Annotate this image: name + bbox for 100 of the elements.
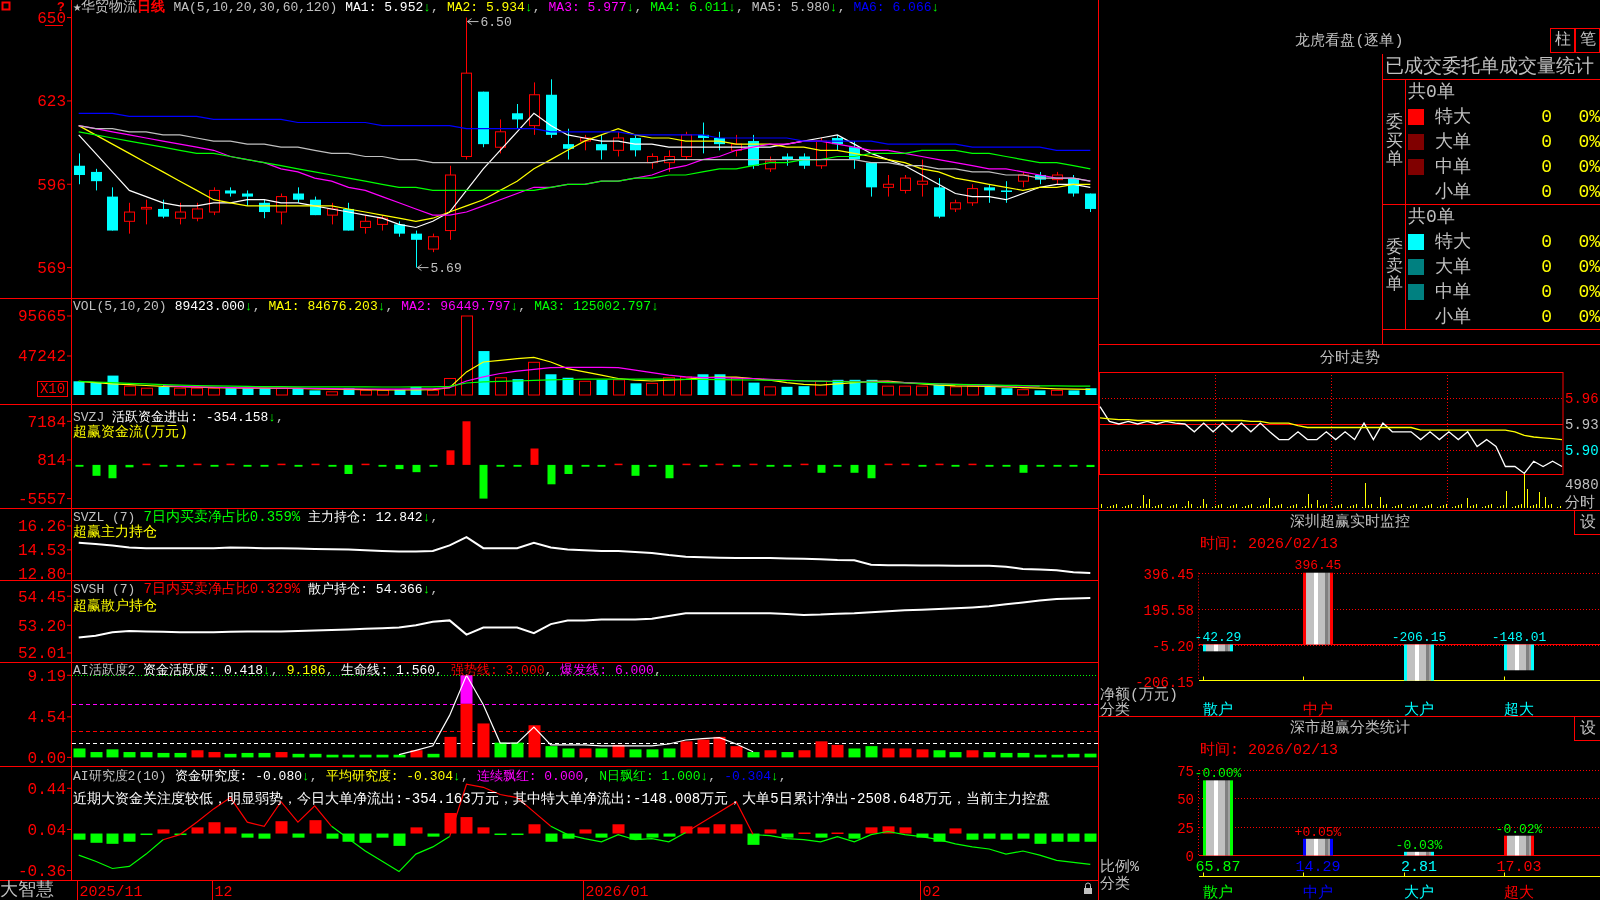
- fund-flow-bar: [260, 464, 269, 467]
- research-bar: [646, 833, 659, 838]
- category-label: 大户: [1404, 885, 1434, 900]
- fund-flow-bar: [715, 463, 724, 466]
- candlestick: [613, 131, 624, 157]
- activity-bar: [595, 748, 608, 758]
- research-bar: [477, 827, 490, 834]
- fund-flow-bar: [176, 464, 185, 467]
- indicator-value: MA6: 6.066↓: [853, 0, 940, 15]
- timestamp-label: 时间: 2026/02/13: [1200, 536, 1339, 554]
- candlestick: [327, 202, 338, 225]
- activity-bar: [966, 750, 979, 758]
- fund-flow-bar: [479, 464, 488, 499]
- activity-bar: [629, 749, 642, 758]
- research-bar: [1084, 833, 1097, 842]
- candlestick: [141, 199, 152, 225]
- fund-flow-bar: [1036, 464, 1045, 467]
- activity-bar: [1051, 754, 1064, 758]
- order-type-label: 中单: [1435, 281, 1471, 302]
- axis-label: 16.26: [18, 518, 66, 537]
- axis-label: 52.01: [18, 645, 66, 662]
- activity-bar: [747, 752, 760, 758]
- date-label: 2025/11: [79, 884, 143, 900]
- research-bar: [1051, 833, 1064, 842]
- view-toggle-button[interactable]: 笔: [1575, 28, 1600, 53]
- order-percent: 0%: [1578, 156, 1600, 177]
- indicator-note: 超赢主力持仓: [73, 525, 157, 540]
- candlestick: [1068, 174, 1079, 198]
- research-bar: [393, 833, 406, 846]
- bar-value-label: -206.15: [1391, 629, 1447, 645]
- indicator-value: -0.304↓,: [724, 769, 787, 784]
- indicator-value: MA4: 6.011↓,: [650, 0, 744, 15]
- volume-bar: [1068, 390, 1080, 395]
- indicator-name: SVZL (7): [73, 510, 136, 525]
- fund-flow-bar: [732, 464, 741, 467]
- volume-bar: [731, 377, 743, 396]
- fund-flow-bar: [901, 463, 910, 466]
- indicator-value: 散户持仓: 54.366↓,: [308, 582, 439, 597]
- chart-bar: [1504, 644, 1534, 671]
- order-type-label: 大单: [1435, 132, 1471, 152]
- research-bar: [275, 821, 288, 834]
- volume-bar: [545, 374, 557, 395]
- bar-value-label: -148.01: [1491, 629, 1547, 645]
- volume-bar: [849, 379, 861, 395]
- candlestick: [967, 183, 978, 207]
- view-toggle-button[interactable]: 柱: [1550, 28, 1575, 53]
- volume-bar: [866, 379, 878, 395]
- indicator-value: 9.186,: [286, 663, 334, 678]
- activity-bar: [1034, 754, 1047, 758]
- volume-bar: [158, 386, 170, 395]
- activity-bar: [730, 746, 743, 758]
- volume-caption: 分时: [1565, 495, 1595, 510]
- axis-label: 5.93: [1565, 417, 1599, 433]
- change-label: -0.00%: [1194, 766, 1242, 782]
- category-label: 中户: [1303, 885, 1333, 900]
- research-bar: [764, 829, 777, 834]
- research-bar: [882, 826, 895, 834]
- candlestick: [107, 186, 118, 232]
- axis-title: 分类: [1100, 876, 1130, 893]
- fund-flow-bar: [614, 463, 623, 466]
- brand-name: 大智慧: [0, 880, 54, 900]
- indicator-name: SVZJ: [73, 410, 105, 425]
- indicator-value: 主力持仓: 12.842↓,: [308, 510, 439, 525]
- candlestick: [816, 137, 827, 170]
- activity-bar: [545, 746, 558, 758]
- research-bar: [528, 824, 541, 834]
- research-bar: [933, 833, 946, 842]
- research-bar: [595, 833, 608, 838]
- activity-bar: [241, 752, 254, 758]
- volume-bar: [764, 386, 776, 396]
- axis-label: -5557: [18, 491, 66, 508]
- research-bar: [815, 833, 828, 838]
- axis-label: 9.19: [27, 667, 66, 686]
- research-bar: [680, 826, 693, 834]
- settings-button[interactable]: 设: [1574, 511, 1600, 535]
- research-bar: [713, 824, 726, 834]
- activity-bar: [646, 749, 659, 758]
- research-bar: [292, 833, 305, 838]
- candlestick: [377, 214, 388, 232]
- chart-bar: [1404, 851, 1434, 856]
- activity-bar: [494, 742, 507, 758]
- axis-label: 0.44: [27, 780, 66, 799]
- fund-flow-bar: [682, 463, 691, 466]
- settings-button[interactable]: 设: [1574, 717, 1600, 741]
- date-label: 2026/01: [585, 884, 649, 900]
- fund-flow-bar: [783, 464, 792, 467]
- volume-bar: [663, 377, 675, 396]
- candlestick: [849, 140, 860, 170]
- volume-bar: [646, 382, 658, 396]
- axis-label: 623: [37, 93, 66, 112]
- activity-bar: [899, 748, 912, 758]
- volume-bar: [427, 389, 439, 396]
- research-bar: [916, 833, 929, 838]
- candlestick: [765, 156, 776, 173]
- volume-bar: [950, 386, 962, 396]
- research-bar: [123, 833, 136, 842]
- indicator-note: 超赢资金流(万元): [73, 425, 188, 440]
- candlestick: [698, 122, 709, 154]
- activity-bar: [798, 750, 811, 758]
- candlestick: [681, 131, 692, 161]
